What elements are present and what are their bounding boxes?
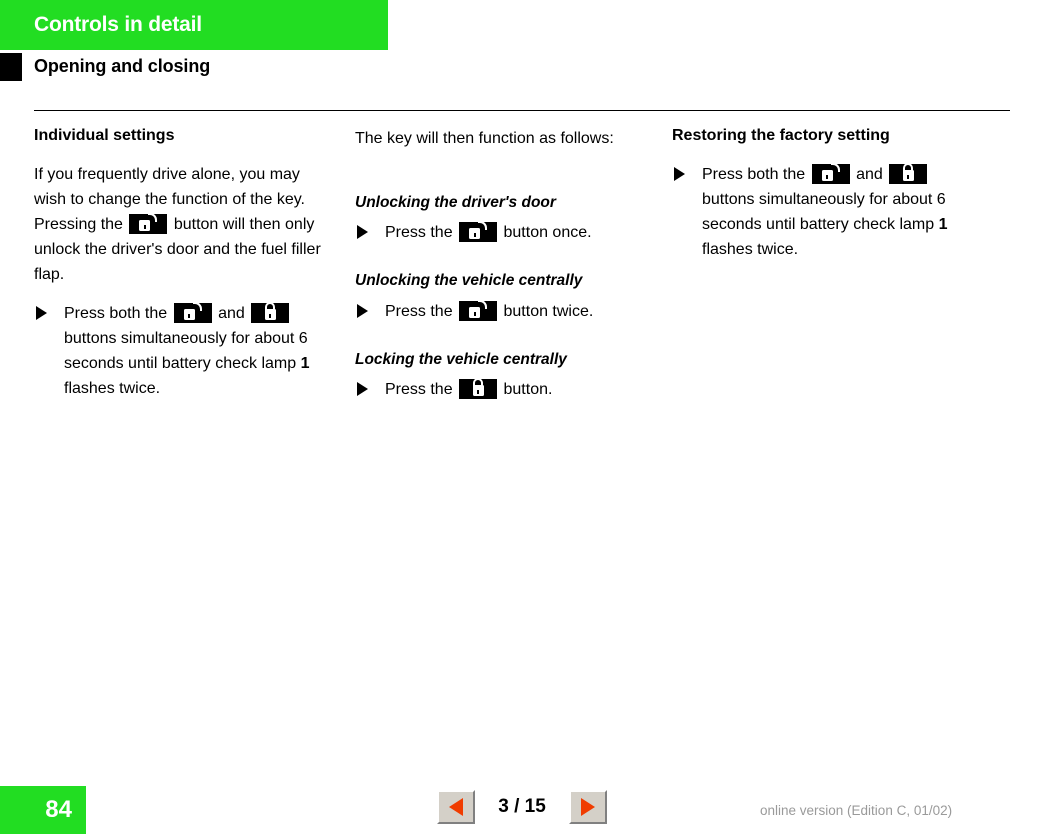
subheading-unlocking-drivers-door: Unlocking the driver's door [355, 194, 556, 211]
triangle-bullet-icon [357, 382, 368, 397]
bullet-text-before-icon: Press the [385, 224, 453, 242]
bullet-text-after-icon: button. [503, 381, 553, 399]
left-column-bullet-item: Press both the and buttons simultaneousl… [34, 301, 334, 401]
bullet-text-4: flashes twice. [702, 241, 799, 258]
previous-page-button[interactable] [437, 790, 475, 824]
triangle-bullet-icon [674, 167, 685, 181]
middle-column-intro: The key will then function as follows: [355, 130, 614, 147]
page-number: 84 [45, 796, 72, 823]
section-title: Opening and closing [34, 56, 211, 76]
left-column-heading: Individual settings [34, 127, 175, 144]
bullet-text-after-icon: button once. [503, 224, 592, 242]
bullet-text-3: buttons simultaneously for about 6 secon… [702, 191, 946, 233]
right-column-bullet-item: Press both the and buttons simultaneousl… [672, 162, 972, 262]
bullet-reference-number: 1 [300, 355, 310, 372]
bullet-reference-number: 1 [938, 216, 948, 233]
chapter-title: Controls in detail [34, 13, 202, 36]
bullet-text-4: flashes twice. [64, 380, 161, 397]
content-column-left: Individual settings If you frequently dr… [34, 126, 334, 415]
lock-padlock-icon [251, 302, 290, 323]
bullet-unlocking-drivers-door: Press the button once. [355, 220, 645, 245]
bullet-text-after-icon: button twice. [503, 302, 594, 320]
pager-control: 3 / 15 [437, 786, 607, 828]
triangle-bullet-icon [357, 303, 368, 318]
header-divider-rule [34, 110, 1010, 111]
subheading-locking-vehicle-centrally: Locking the vehicle centrally [355, 350, 567, 368]
lock-padlock-icon [459, 378, 498, 400]
bullet-unlocking-vehicle-centrally: Press the button twice. [355, 299, 645, 324]
triangle-bullet-icon [36, 306, 47, 320]
bullet-locking-vehicle-centrally: Press the button. [355, 377, 645, 402]
bullet-text-before-icon: Press the [385, 302, 453, 320]
prev-page-triangle-icon [449, 798, 463, 816]
bullet-text-2: and [856, 166, 883, 183]
next-page-button[interactable] [568, 790, 607, 824]
pager-label: 3 / 15 [498, 796, 546, 817]
lock-padlock-icon [889, 163, 928, 184]
bullet-text-1: Press both the [702, 166, 806, 183]
content-column-middle: The key will then function as follows: U… [355, 126, 645, 416]
unlock-padlock-icon [459, 221, 498, 243]
page-number-badge: 84 [0, 786, 86, 834]
unlock-padlock-icon [811, 163, 850, 184]
edition-note: online version (Edition C, 01/02) [760, 803, 953, 818]
bullet-text-before-icon: Press the [385, 381, 453, 399]
unlock-padlock-icon [459, 299, 498, 321]
bullet-text-1: Press both the [64, 305, 168, 322]
right-column-heading: Restoring the factory setting [672, 127, 890, 144]
next-page-triangle-icon [580, 798, 595, 816]
section-marker-block [0, 53, 22, 81]
left-column-paragraph: If you frequently drive alone, you may w… [34, 162, 334, 287]
unlock-padlock-icon [173, 302, 212, 323]
bullet-text-3: buttons simultaneously for about 6 secon… [64, 330, 308, 372]
content-column-right: Restoring the factory setting Press both… [672, 126, 972, 276]
subheading-unlocking-vehicle-centrally: Unlocking the vehicle centrally [355, 272, 583, 290]
triangle-bullet-icon [357, 225, 368, 240]
bullet-text-2: and [218, 305, 245, 322]
unlock-padlock-icon [129, 213, 168, 234]
